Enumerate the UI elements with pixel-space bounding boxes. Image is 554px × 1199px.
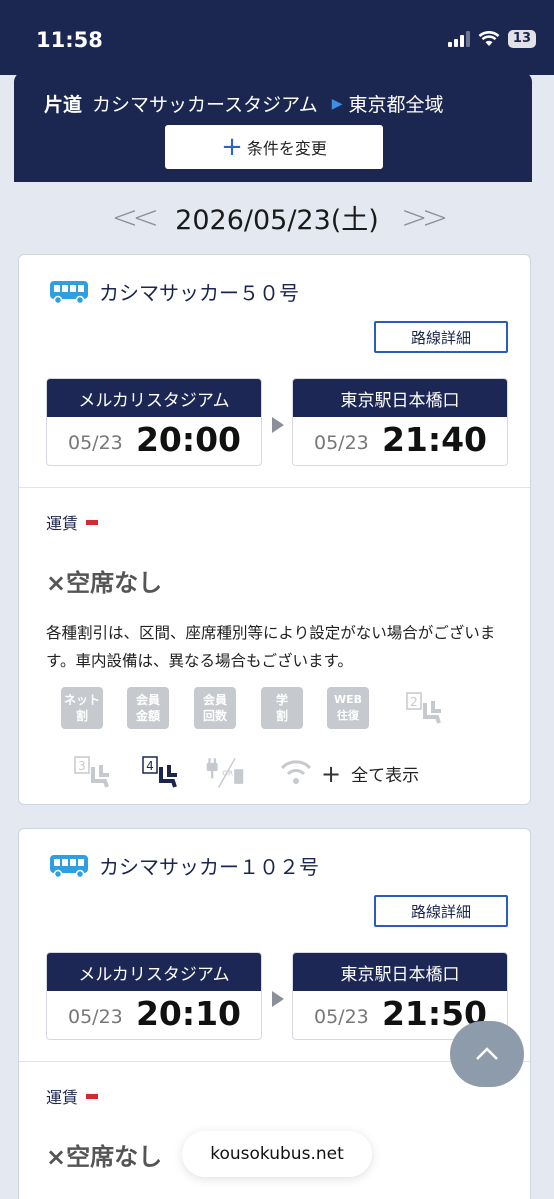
origin: カシマサッカースタジアム xyxy=(92,94,318,116)
svg-text:4: 4 xyxy=(146,759,154,773)
student-discount-icon: 学割 xyxy=(261,687,303,729)
web-roundtrip-icon: WEB 往復 xyxy=(327,687,369,729)
arrival-stop: 東京駅日本橋口 xyxy=(293,379,507,417)
change-conditions-button[interactable]: + 条件を変更 xyxy=(165,125,383,169)
date-navigation: << 2026/05/23(土) >> xyxy=(0,192,554,242)
arrival-box: 東京駅日本橋口 05/23 21:40 xyxy=(292,378,508,466)
departure-date: 05/23 xyxy=(68,1006,123,1028)
net-discount-icon: ネット割 xyxy=(61,687,103,729)
search-condition-panel: 片道 カシマサッカースタジアム ▶ 東京都全域 + 条件を変更 xyxy=(14,72,532,182)
three-seat-row-icon: 3 xyxy=(74,756,109,788)
cellular-signal-icon xyxy=(447,31,470,47)
tag-line: ネット xyxy=(63,693,100,707)
departure-time: 20:10 xyxy=(135,994,241,1033)
status-icons: 13 xyxy=(447,30,536,48)
route-arrow-icon: ▶ xyxy=(331,95,343,112)
previous-day-button[interactable]: << xyxy=(112,198,160,236)
availability-status: ×空席なし xyxy=(46,569,163,597)
wifi-icon xyxy=(478,31,500,46)
destination: 東京都全域 xyxy=(348,94,444,116)
wifi-icon xyxy=(280,760,312,784)
departure-stop: メルカリスタジアム xyxy=(47,953,261,991)
tag-line: 金額 xyxy=(135,709,160,723)
direction-arrow-icon xyxy=(272,417,284,433)
show-all-label: 全て表示 xyxy=(351,766,420,786)
fare-row: 運賃 xyxy=(46,510,99,534)
four-seat-row-icon: 4 xyxy=(142,756,177,788)
tag-line: 割 xyxy=(275,709,288,723)
tag-line: 会員 xyxy=(135,693,160,707)
availability-status: ×空席なし xyxy=(46,1143,163,1171)
route-detail-button[interactable]: 路線詳細 xyxy=(374,895,508,927)
arrival-stop: 東京駅日本橋口 xyxy=(293,953,507,991)
fare-label: 運賃 xyxy=(46,1088,79,1107)
two-seat-row-icon: 2 xyxy=(406,692,441,724)
bus-icon xyxy=(50,854,88,878)
svg-text:OR: OR xyxy=(222,769,233,778)
arrival-date: 05/23 xyxy=(314,432,369,454)
tag-line: 学 xyxy=(275,693,288,707)
status-bar: 11:58 13 xyxy=(0,0,554,75)
departure-stop: メルカリスタジアム xyxy=(47,379,261,417)
tag-line: 回数 xyxy=(202,709,227,723)
svg-text:3: 3 xyxy=(78,759,86,773)
next-day-button[interactable]: >> xyxy=(401,198,449,236)
tag-line: WEB xyxy=(333,693,363,706)
fare-row: 運賃 xyxy=(46,1084,99,1108)
tag-line: 往復 xyxy=(337,709,359,722)
arrival-time: 21:40 xyxy=(381,420,487,459)
member-amount-icon: 会員 金額 xyxy=(127,687,169,729)
chevron-up-icon xyxy=(476,1047,498,1060)
member-count-icon: 会員 回数 xyxy=(194,687,236,729)
tag-line: 割 xyxy=(75,709,88,723)
battery-indicator: 13 xyxy=(507,30,536,48)
route-detail-button[interactable]: 路線詳細 xyxy=(374,321,508,353)
bus-title-row: カシマサッカー５０号 xyxy=(49,277,299,306)
change-conditions-label: 条件を変更 xyxy=(246,139,327,158)
departure-date: 05/23 xyxy=(68,432,123,454)
bus-result-card: カシマサッカー５０号 路線詳細 メルカリスタジアム 05/23 20:00 東京… xyxy=(18,254,531,805)
arrival-date: 05/23 xyxy=(314,1006,369,1028)
trip-type: 片道 xyxy=(44,94,83,116)
tag-line: 会員 xyxy=(202,693,227,707)
direction-arrow-icon xyxy=(272,991,284,1007)
bus-icon xyxy=(50,280,88,304)
discount-note: 各種割引は、区間、座席種別等により設定がない場合がございます。車内設備は、異なる… xyxy=(46,624,496,670)
divider xyxy=(19,487,530,488)
status-time: 11:58 xyxy=(36,28,103,52)
fare-unavailable-icon xyxy=(86,1093,99,1099)
bus-name: カシマサッカー１０２号 xyxy=(99,855,319,879)
plus-icon: + xyxy=(321,759,342,788)
departure-time: 20:00 xyxy=(135,420,241,459)
route-summary: 片道 カシマサッカースタジアム ▶ 東京都全域 xyxy=(44,90,444,117)
bus-title-row: カシマサッカー１０２号 xyxy=(49,851,319,880)
bus-name: カシマサッカー５０号 xyxy=(99,281,299,305)
departure-box: メルカリスタジアム 05/23 20:10 xyxy=(46,952,262,1040)
show-all-button[interactable]: + 全て表示 xyxy=(321,759,420,788)
fare-label: 運賃 xyxy=(46,514,79,533)
departure-box: メルカリスタジアム 05/23 20:00 xyxy=(46,378,262,466)
selected-date: 2026/05/23(土) xyxy=(175,204,379,236)
fare-unavailable-icon xyxy=(86,519,99,525)
browser-url-pill[interactable]: kousokubus.net xyxy=(182,1131,372,1177)
svg-text:2: 2 xyxy=(410,695,418,709)
scroll-to-top-button[interactable] xyxy=(450,1021,524,1087)
plus-icon: + xyxy=(221,132,243,162)
power-outlet-icon: OR xyxy=(206,757,244,788)
